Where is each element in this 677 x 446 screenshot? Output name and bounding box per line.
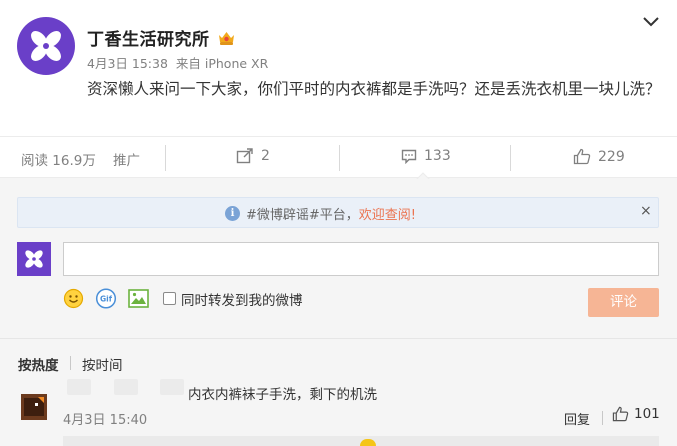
my-avatar[interactable] <box>17 242 51 276</box>
read-count: 阅读 16.9万 <box>21 153 96 169</box>
commenter-avatar[interactable] <box>21 394 47 420</box>
comment-like-button[interactable]: 101 <box>612 406 660 422</box>
promote-button[interactable]: 推广 <box>113 149 140 169</box>
rumor-notice-bar: i #微博辟谣#平台， 欢迎查阅! × <box>17 197 659 228</box>
sort-by-time-tab[interactable]: 按时间 <box>82 354 123 374</box>
repost-icon <box>236 148 253 164</box>
comment-text: 内衣内裤袜子手洗，剩下的机洗 <box>188 387 377 403</box>
caret-up-icon <box>416 172 430 180</box>
sync-repost-label: 同时转发到我的微博 <box>181 292 303 309</box>
commenter-avatar-image <box>21 394 47 420</box>
gif-icon[interactable]: Gif <box>95 288 117 309</box>
like-count: 229 <box>598 148 625 165</box>
post-text: 资深懒人来问一下大家，你们平时的内衣裤都是手洗吗？还是丢洗衣机里一块儿洗？ <box>87 80 661 98</box>
image-icon[interactable] <box>128 289 149 308</box>
submit-comment-button[interactable]: 评论 <box>588 288 659 317</box>
author-avatar[interactable] <box>17 17 75 75</box>
thumbs-up-icon <box>612 406 629 422</box>
info-icon: i <box>225 206 240 221</box>
author-name[interactable]: 丁香生活研究所 <box>87 25 210 50</box>
divider <box>602 411 603 425</box>
composer-toolbar: Gif 同时转发到我的微博 <box>63 288 303 309</box>
post-meta: 4月3日 15:38 来自 iPhone XR <box>87 53 272 72</box>
flower-logo-icon <box>25 250 43 268</box>
reply-button[interactable]: 回复 <box>564 409 590 428</box>
notice-link[interactable]: 欢迎查阅! <box>359 204 416 223</box>
sync-repost-checkbox[interactable] <box>163 292 176 305</box>
blurred-username <box>67 379 91 395</box>
divider <box>339 145 340 171</box>
thumbs-up-icon <box>573 148 591 165</box>
emoji-icon <box>360 439 376 446</box>
comment-icon <box>401 149 417 164</box>
like-button[interactable]: 229 <box>573 148 625 165</box>
post-source: 来自 iPhone XR <box>175 56 269 71</box>
divider <box>70 356 71 370</box>
post-date[interactable]: 4月3日 15:38 <box>87 56 168 71</box>
repost-button[interactable]: 2 <box>236 148 270 164</box>
author-row: 丁香生活研究所 <box>87 25 236 50</box>
notice-text: #微博辟谣#平台， <box>246 208 359 223</box>
divider <box>510 145 511 171</box>
comment-area: i #微博辟谣#平台， 欢迎查阅! × Gif 同时转发到我的微博 评论 按热度… <box>0 178 677 446</box>
comment-like-count: 101 <box>634 406 660 422</box>
flower-logo-icon <box>31 31 61 61</box>
emoji-icon[interactable] <box>63 288 84 309</box>
blurred-username <box>160 379 184 395</box>
comment-time: 4月3日 15:40 <box>63 413 148 428</box>
chevron-down-icon[interactable] <box>642 16 660 28</box>
comment-button[interactable]: 133 <box>401 148 451 164</box>
sort-divider <box>0 338 677 339</box>
comment-input[interactable] <box>63 242 659 276</box>
action-bar: 阅读 16.9万 推广 2 133 229 <box>0 136 677 178</box>
comment-count: 133 <box>424 148 451 164</box>
repost-count: 2 <box>261 148 270 164</box>
vip-badge-icon[interactable] <box>217 30 236 46</box>
divider <box>165 145 166 171</box>
notice-content: i #微博辟谣#平台， 欢迎查阅! <box>225 204 416 223</box>
svg-text:Gif: Gif <box>100 295 113 304</box>
sort-by-hot-tab[interactable]: 按热度 <box>18 354 59 374</box>
close-icon[interactable]: × <box>640 203 652 219</box>
sync-repost-option[interactable]: 同时转发到我的微博 <box>163 289 303 309</box>
blurred-username <box>114 379 138 395</box>
